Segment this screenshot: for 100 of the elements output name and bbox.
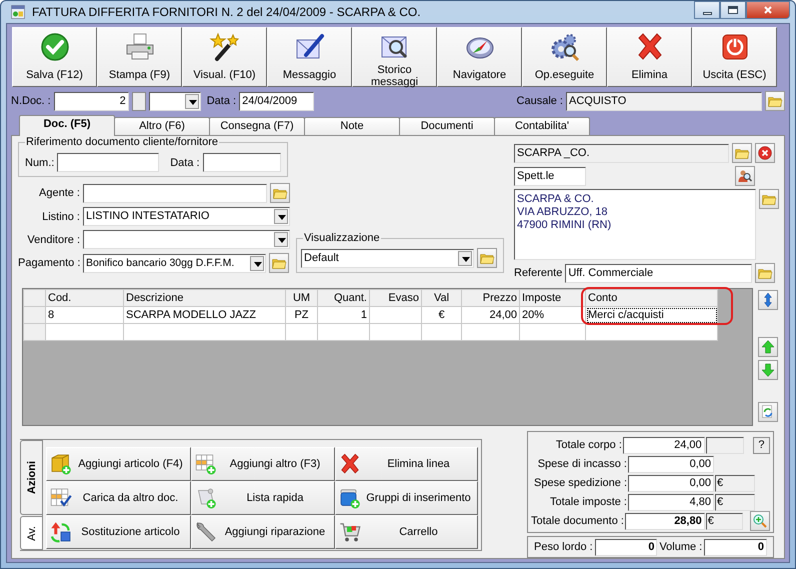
field-label: Causale : xyxy=(516,95,563,107)
up-arrow-button[interactable] xyxy=(758,337,778,357)
zoom-in-button[interactable] xyxy=(750,511,770,531)
column-header[interactable]: Prezzo xyxy=(462,290,520,306)
help-button[interactable]: ? xyxy=(752,436,770,454)
toolbar-button[interactable]: Navigatore xyxy=(437,27,522,87)
action-button[interactable]: Aggiungi articolo (F4) xyxy=(46,447,191,481)
dropdown[interactable]: Bonifico bancario 30gg D.F.F.M. xyxy=(83,254,266,272)
action-button[interactable]: Carica da altro doc. xyxy=(46,481,191,515)
dropdown[interactable] xyxy=(83,230,290,249)
down-arrow-button[interactable] xyxy=(758,360,778,380)
tab[interactable]: Note xyxy=(304,117,400,135)
total-field[interactable]: 4,80 xyxy=(628,494,714,510)
table-cell: SCARPA MODELLO JAZZ xyxy=(124,306,286,324)
folder-button[interactable] xyxy=(755,263,776,283)
maximize-button[interactable] xyxy=(720,1,746,19)
folder-button[interactable] xyxy=(269,253,289,273)
column-header[interactable]: Conto xyxy=(586,290,718,306)
toolbar-button[interactable]: Messaggio xyxy=(267,27,352,87)
address-field[interactable]: SCARPA & CO. VIA ABRUZZO, 18 47900 RIMINI (RN) xyxy=(514,189,756,260)
tab[interactable]: Altro (F6) xyxy=(114,117,210,135)
tab[interactable]: Documenti xyxy=(399,117,495,135)
wrench-icon xyxy=(194,520,218,544)
folder-button[interactable] xyxy=(765,91,785,111)
action-button[interactable]: Aggiungi altro (F3) xyxy=(191,447,335,481)
dropdown[interactable]: Default xyxy=(301,248,474,268)
weight-field[interactable]: 0 xyxy=(594,538,658,556)
total-label: Spese di incasso : xyxy=(536,458,627,470)
column-header[interactable]: Evaso xyxy=(370,290,422,306)
weight-field[interactable]: 0 xyxy=(704,538,767,556)
input-field[interactable] xyxy=(83,184,267,202)
action-button[interactable]: Sostituzione articolo xyxy=(46,515,191,549)
total-label: Totale imposte : xyxy=(548,496,627,508)
close-button[interactable] xyxy=(746,1,790,19)
input-field[interactable] xyxy=(706,436,744,454)
down-arrow-icon xyxy=(760,362,776,378)
column-header[interactable]: Cod. xyxy=(46,290,124,306)
person-magnifier-button[interactable] xyxy=(735,166,755,186)
dropdown[interactable] xyxy=(148,92,201,110)
row-header xyxy=(24,324,46,340)
field-label: Referente xyxy=(514,267,562,279)
column-header[interactable]: Imposte xyxy=(520,290,586,306)
small-button[interactable] xyxy=(132,92,146,110)
input-field[interactable]: Spett.le xyxy=(514,166,586,186)
tab[interactable]: Doc. (F5) xyxy=(19,115,115,136)
minimize-button[interactable] xyxy=(694,1,720,19)
page-arrows-button[interactable] xyxy=(758,402,778,422)
folder-button[interactable] xyxy=(477,248,497,268)
field-label: Agente : xyxy=(38,187,80,199)
currency-field[interactable]: € xyxy=(715,474,755,492)
total-field[interactable]: 24,00 xyxy=(622,436,705,454)
table-cell: 1 xyxy=(318,306,370,324)
total-field[interactable]: 0,00 xyxy=(628,474,714,492)
person-magnifier-icon xyxy=(737,168,753,184)
field-label: Pagamento : xyxy=(18,257,80,269)
tab[interactable]: Azioni xyxy=(20,440,42,516)
action-button[interactable]: Carrello xyxy=(335,515,478,549)
action-button[interactable]: Aggiungi riparazione xyxy=(191,515,335,549)
toolbar-button[interactable]: Elimina xyxy=(607,27,692,87)
column-header[interactable]: UM xyxy=(286,290,318,306)
column-header[interactable]: Quant. xyxy=(318,290,370,306)
action-button[interactable]: Lista rapida xyxy=(191,481,335,515)
weight-label: Peso lordo : xyxy=(534,541,593,553)
toolbar-button[interactable]: Uscita (ESC) xyxy=(692,27,777,87)
input-field[interactable]: 2 xyxy=(54,92,129,110)
up-down-arrow-button[interactable] xyxy=(758,290,778,310)
input-field[interactable]: SCARPA _CO. xyxy=(514,144,729,162)
toolbar-button[interactable]: Salva (F12) xyxy=(12,27,97,87)
column-header[interactable]: Val xyxy=(422,290,462,306)
check-icon xyxy=(38,31,70,63)
table-cell xyxy=(286,324,318,340)
input-field[interactable] xyxy=(202,153,281,172)
cart-icon xyxy=(338,520,362,544)
action-button[interactable]: Elimina linea xyxy=(335,447,478,481)
table-cell xyxy=(370,306,422,324)
table-cell xyxy=(370,324,422,340)
tab[interactable]: Av. xyxy=(20,516,42,550)
tab[interactable]: Consegna (F7) xyxy=(209,117,305,135)
action-button[interactable]: Gruppi di inserimento xyxy=(335,481,478,515)
tab[interactable]: Contabilita' xyxy=(494,117,590,135)
currency-field[interactable]: € xyxy=(706,512,743,530)
input-field[interactable] xyxy=(57,153,160,172)
currency-field[interactable]: € xyxy=(715,494,755,510)
total-field[interactable]: 28,80 xyxy=(624,512,705,530)
input-field[interactable]: Uff. Commerciale xyxy=(565,264,752,282)
input-field[interactable]: ACQUISTO xyxy=(566,92,762,110)
close-button[interactable] xyxy=(755,143,775,163)
toolbar-button[interactable]: Stampa (F9) xyxy=(97,27,182,87)
toolbar-button[interactable]: Visual. (F10) xyxy=(182,27,267,87)
zoom-in-icon xyxy=(752,513,768,529)
dropdown[interactable]: LISTINO INTESTATARIO xyxy=(83,207,290,226)
total-field[interactable]: 0,00 xyxy=(628,456,714,472)
input-field[interactable]: 24/04/2009 xyxy=(239,92,314,110)
toolbar-button[interactable]: Storico messaggi xyxy=(352,27,437,87)
column-header[interactable]: Descrizione xyxy=(124,290,286,306)
caret-icon xyxy=(250,256,264,270)
field-label: N.Doc. : xyxy=(11,95,51,107)
table-cell: € xyxy=(422,306,462,324)
folder-button[interactable] xyxy=(270,183,290,203)
toolbar-button[interactable]: Op.eseguite xyxy=(522,27,607,87)
